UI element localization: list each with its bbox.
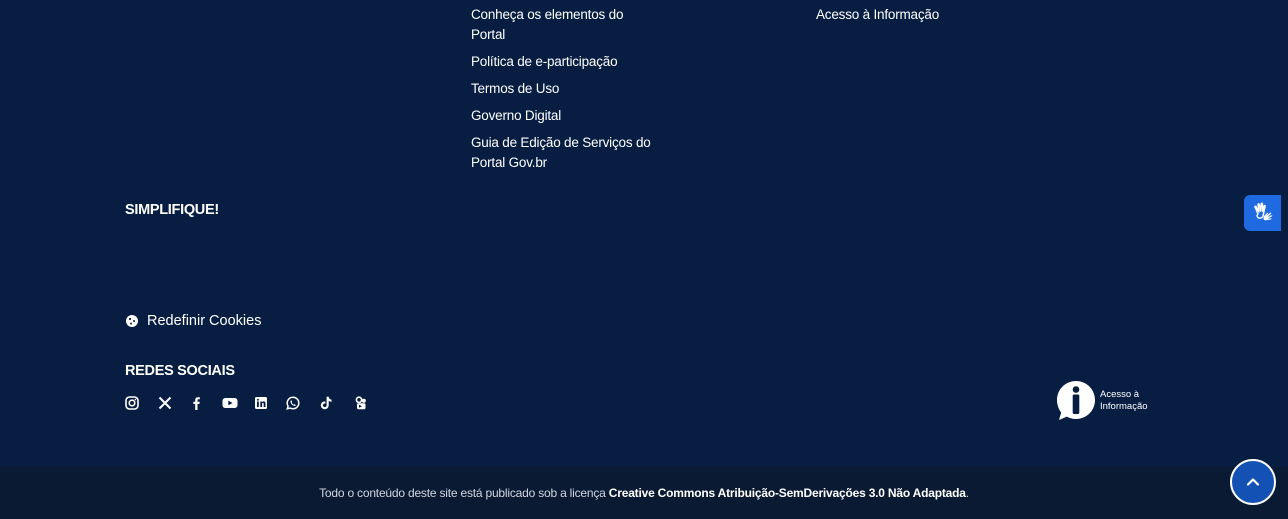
redes-sociais-heading: REDES SOCIAIS xyxy=(125,363,235,379)
footer-link-elementos[interactable]: Conheça os elementos do Portal xyxy=(471,5,651,45)
youtube-icon[interactable] xyxy=(222,396,238,410)
flickr-icon[interactable] xyxy=(354,396,368,410)
simplifique-heading: SIMPLIFIQUE! xyxy=(125,202,219,218)
footer-link-acesso-informacao[interactable]: Acesso à Informação xyxy=(816,5,939,25)
lai-label-line1: Acesso à xyxy=(1100,389,1140,400)
linkedin-icon[interactable] xyxy=(254,396,268,410)
facebook-icon[interactable] xyxy=(189,396,203,410)
cookie-icon xyxy=(126,315,138,327)
footer-link-governo-digital[interactable]: Governo Digital xyxy=(471,106,651,126)
lai-label-line2: Informação xyxy=(1100,401,1148,412)
footer-link-e-participacao[interactable]: Política de e-participação xyxy=(471,52,651,72)
chevron-up-icon xyxy=(1246,478,1260,486)
sign-language-icon xyxy=(1253,202,1272,221)
back-to-top-button[interactable] xyxy=(1230,459,1276,505)
footer-link-termos[interactable]: Termos de Uso xyxy=(471,79,651,99)
license-bar: Todo o conteúdo deste site está publicad… xyxy=(0,467,1288,519)
tiktok-icon[interactable] xyxy=(319,396,333,410)
vlibras-widget-button[interactable] xyxy=(1244,195,1281,231)
license-text: Todo o conteúdo deste site está publicad… xyxy=(319,486,609,500)
acesso-informacao-link[interactable]: Acesso à Informação xyxy=(1056,380,1166,422)
redefinir-cookies-button[interactable]: Redefinir Cookies xyxy=(125,313,261,329)
x-icon[interactable] xyxy=(158,396,172,410)
footer-link-guia-edicao[interactable]: Guia de Edição de Serviços do Portal Gov… xyxy=(471,133,651,173)
instagram-icon[interactable] xyxy=(125,396,139,410)
license-suffix: . xyxy=(965,486,969,500)
license-link[interactable]: Creative Commons Atribuição-SemDerivaçõe… xyxy=(609,486,966,500)
cookies-label: Redefinir Cookies xyxy=(147,313,262,329)
whatsapp-icon[interactable] xyxy=(286,396,300,410)
info-speech-bubble-icon xyxy=(1057,381,1095,420)
